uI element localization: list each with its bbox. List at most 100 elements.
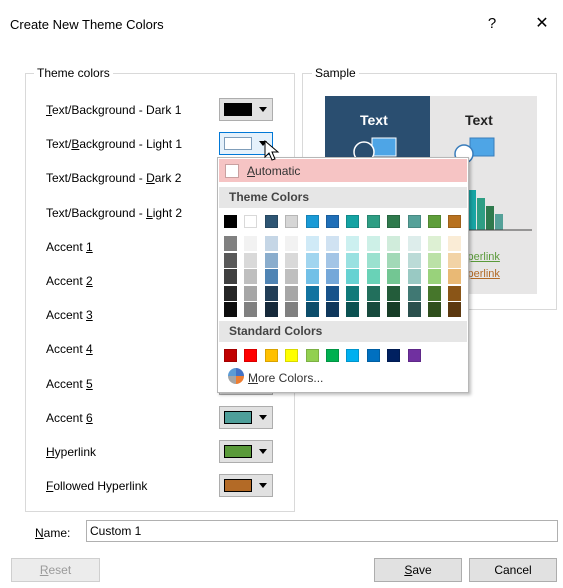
theme-color-picker-button[interactable] (219, 405, 273, 429)
theme-shade-swatch[interactable] (305, 269, 319, 285)
theme-shade-swatch[interactable] (244, 302, 258, 318)
theme-shade-swatch[interactable] (305, 302, 319, 318)
chevron-down-icon (259, 414, 267, 420)
theme-shade-swatch[interactable] (366, 302, 380, 318)
standard-color-swatch[interactable] (326, 349, 339, 362)
reset-button[interactable]: Reset (11, 558, 100, 582)
theme-shade-swatch[interactable] (387, 269, 401, 285)
theme-shade-swatch[interactable] (448, 236, 462, 251)
theme-shade-swatch[interactable] (428, 236, 441, 251)
theme-shade-swatch[interactable] (224, 269, 237, 285)
theme-shade-swatch[interactable] (428, 302, 441, 318)
theme-shade-swatch[interactable] (305, 252, 319, 268)
theme-shade-swatch[interactable] (326, 252, 339, 268)
theme-shade-swatch[interactable] (305, 285, 319, 301)
theme-shade-swatch[interactable] (346, 269, 360, 285)
standard-color-swatch[interactable] (346, 349, 360, 362)
theme-color-swatch[interactable] (264, 215, 278, 228)
theme-shade-swatch[interactable] (326, 285, 339, 301)
theme-color-swatch[interactable] (387, 215, 401, 228)
theme-color-picker-button[interactable] (219, 440, 273, 463)
close-icon[interactable]: ✕ (530, 12, 554, 36)
theme-shade-swatch[interactable] (428, 252, 441, 268)
theme-color-swatch[interactable] (428, 215, 441, 228)
theme-shade-swatch[interactable] (407, 236, 421, 251)
theme-shade-swatch[interactable] (244, 269, 258, 285)
standard-color-swatch[interactable] (387, 349, 401, 362)
theme-shade-swatch[interactable] (366, 252, 380, 268)
more-colors-option[interactable]: More Colors... (248, 371, 323, 385)
theme-shade-swatch[interactable] (285, 252, 299, 268)
chevron-down-icon (259, 107, 267, 112)
theme-color-swatch[interactable] (224, 215, 237, 228)
theme-shade-swatch[interactable] (326, 269, 339, 285)
theme-shade-swatch[interactable] (224, 252, 237, 268)
name-label: Name: (35, 526, 71, 540)
standard-color-swatch[interactable] (305, 349, 319, 362)
theme-shade-swatch[interactable] (366, 285, 380, 301)
theme-shade-swatch[interactable] (428, 285, 441, 301)
theme-shade-swatch[interactable] (387, 302, 401, 318)
theme-shade-swatch[interactable] (448, 252, 462, 268)
theme-color-swatch[interactable] (244, 215, 258, 228)
theme-shade-swatch[interactable] (224, 236, 237, 251)
theme-shade-swatch[interactable] (285, 302, 299, 318)
standard-color-swatch[interactable] (264, 349, 278, 362)
standard-color-swatch[interactable] (407, 349, 421, 362)
theme-shade-swatch[interactable] (366, 269, 380, 285)
theme-shade-swatch[interactable] (264, 285, 278, 301)
theme-shade-swatch[interactable] (244, 252, 258, 268)
theme-shade-swatch[interactable] (346, 236, 360, 251)
help-button[interactable]: ? (480, 12, 504, 36)
standard-color-swatch[interactable] (224, 349, 237, 362)
theme-color-swatch[interactable] (366, 215, 380, 228)
theme-shade-swatch[interactable] (407, 252, 421, 268)
theme-shade-swatch[interactable] (407, 302, 421, 318)
theme-shade-swatch[interactable] (346, 252, 360, 268)
theme-shade-swatch[interactable] (285, 285, 299, 301)
theme-shade-swatch[interactable] (244, 236, 258, 251)
theme-shade-swatch[interactable] (448, 269, 462, 285)
theme-shade-swatch[interactable] (428, 269, 441, 285)
theme-shade-swatch[interactable] (448, 302, 462, 318)
theme-shade-swatch[interactable] (305, 236, 319, 251)
theme-shade-swatch[interactable] (346, 285, 360, 301)
theme-shade-swatch[interactable] (264, 252, 278, 268)
theme-shade-swatch[interactable] (346, 302, 360, 318)
theme-shade-swatch[interactable] (264, 269, 278, 285)
theme-color-swatch[interactable] (407, 215, 421, 228)
theme-shade-swatch[interactable] (244, 285, 258, 301)
theme-colors-heading: Theme Colors (219, 187, 467, 208)
theme-shade-swatch[interactable] (407, 269, 421, 285)
standard-color-swatch[interactable] (366, 349, 380, 362)
theme-color-swatch[interactable] (448, 215, 462, 228)
automatic-option[interactable]: Automatic (219, 159, 467, 182)
theme-shade-swatch[interactable] (407, 285, 421, 301)
theme-shade-swatch[interactable] (264, 302, 278, 318)
theme-color-swatch[interactable] (346, 215, 360, 228)
theme-shade-swatch[interactable] (326, 302, 339, 318)
theme-color-swatch[interactable] (326, 215, 339, 228)
color-palette-dropdown: Automatic Theme Colors Standard Colors M… (217, 157, 469, 393)
theme-shade-swatch[interactable] (326, 236, 339, 251)
standard-color-swatch[interactable] (244, 349, 258, 362)
theme-shade-swatch[interactable] (366, 236, 380, 251)
theme-shade-swatch[interactable] (387, 285, 401, 301)
theme-color-picker-button[interactable] (219, 98, 273, 121)
name-input[interactable] (86, 520, 558, 542)
standard-color-swatch[interactable] (285, 349, 299, 362)
theme-shade-swatch[interactable] (285, 269, 299, 285)
theme-color-picker-button[interactable] (219, 474, 273, 498)
theme-shade-swatch[interactable] (224, 285, 237, 301)
theme-color-swatch[interactable] (305, 215, 319, 228)
theme-shade-swatch[interactable] (448, 285, 462, 301)
theme-shade-swatch[interactable] (387, 236, 401, 251)
chevron-down-icon (259, 483, 267, 489)
cancel-button[interactable]: Cancel (469, 558, 557, 582)
theme-shade-swatch[interactable] (224, 302, 237, 318)
theme-color-swatch[interactable] (285, 215, 299, 228)
theme-shade-swatch[interactable] (285, 236, 299, 251)
save-button[interactable]: Save (374, 558, 462, 582)
theme-shade-swatch[interactable] (264, 236, 278, 251)
theme-shade-swatch[interactable] (387, 252, 401, 268)
